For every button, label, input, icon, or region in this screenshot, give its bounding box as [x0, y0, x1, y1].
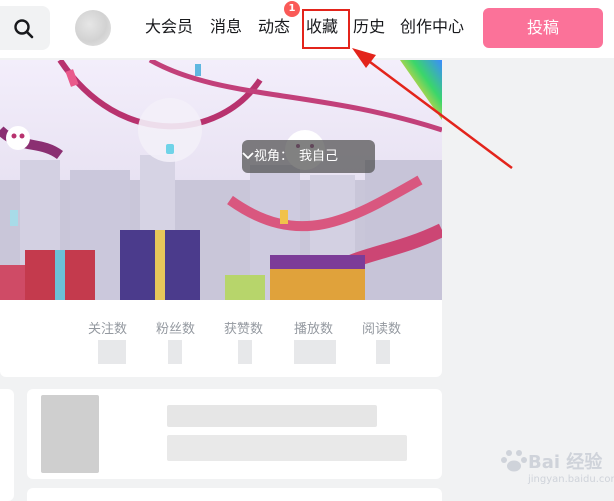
stat-likes-value [238, 340, 252, 364]
profile-banner: 视角： 我自己 [0, 60, 442, 300]
stat-followers-label[interactable]: 粉丝数 [156, 318, 195, 337]
nav-dynamic[interactable]: 动态 [258, 16, 290, 38]
watermark-url: jingyan.baidu.com [528, 474, 614, 485]
top-header: 大会员 消息 动态 1 收藏 历史 创作中心 投稿 [0, 0, 614, 58]
stat-following-value [98, 340, 126, 364]
chevron-down-icon [242, 152, 254, 160]
search-icon [14, 19, 34, 39]
view-perspective-value: 我自己 [299, 149, 339, 164]
stat-reads-value [376, 340, 390, 364]
stat-following-label[interactable]: 关注数 [88, 318, 127, 337]
blurred-description [167, 435, 407, 461]
nav-creator-center[interactable]: 创作中心 [400, 16, 464, 38]
watermark: Bai 经验 jingyan.baidu.com [498, 440, 614, 490]
stat-reads-label: 阅读数 [362, 322, 402, 337]
side-card [0, 389, 14, 501]
content-card [27, 389, 442, 479]
stat-likes-label: 获赞数 [224, 322, 264, 337]
nav-messages[interactable]: 消息 [210, 16, 242, 38]
view-perspective-label: 视角： [254, 149, 294, 164]
blurred-title [167, 405, 377, 427]
watermark-text: Bai 经验 [528, 452, 603, 473]
stat-plays-value [294, 340, 336, 364]
nav-vip[interactable]: 大会员 [145, 16, 193, 38]
stats-card: 关注数 粉丝数 获赞数 播放数 阅读数 [0, 300, 442, 377]
avatar[interactable] [75, 10, 111, 46]
banner-illustration [0, 60, 442, 300]
blurred-thumbnail [41, 395, 99, 473]
stat-followers-value [168, 340, 182, 364]
stat-plays-label: 播放数 [294, 322, 334, 337]
notification-badge: 1 [284, 1, 300, 17]
view-perspective-select[interactable]: 视角： 我自己 [242, 140, 375, 173]
content-card-2 [27, 488, 442, 501]
upload-button[interactable]: 投稿 [483, 8, 603, 48]
paw-icon [501, 450, 527, 472]
nav-history[interactable]: 历史 [353, 16, 385, 38]
search-button[interactable] [0, 6, 50, 50]
annotation-highlight-box [302, 9, 350, 49]
